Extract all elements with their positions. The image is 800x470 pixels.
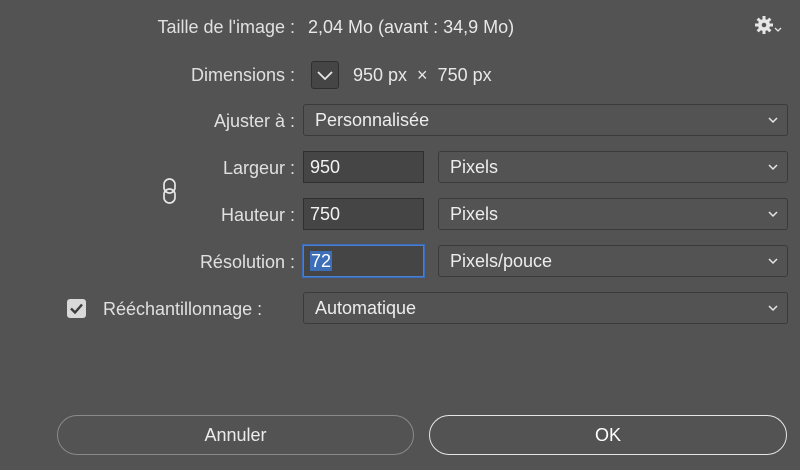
gear-icon — [755, 16, 782, 34]
chevron-down-icon — [317, 71, 333, 81]
resolution-value-selected: 72 — [310, 251, 333, 271]
dimensions-label: Dimensions : — [190, 65, 295, 85]
height-unit-dropdown[interactable]: Pixels — [438, 198, 788, 230]
resample-method-selected: Automatique — [315, 298, 417, 318]
dimensions-value: 950 px × 750 px — [353, 65, 492, 85]
settings-button[interactable] — [754, 15, 784, 37]
resample-label: Rééchantillonnage : — [103, 299, 263, 319]
height-unit-selected: Pixels — [450, 204, 499, 224]
cancel-button[interactable]: Annuler — [57, 415, 414, 455]
checkmark-icon — [70, 303, 83, 315]
height-input[interactable]: 750 — [303, 198, 424, 230]
chevron-down-icon — [768, 258, 778, 265]
resolution-unit-selected: Pixels/pouce — [450, 251, 553, 271]
resample-method-dropdown[interactable]: Automatique — [303, 292, 788, 324]
width-input[interactable]: 950 — [303, 151, 424, 183]
image-size-label: Taille de l'image : — [157, 17, 295, 37]
height-label: Hauteur : — [220, 205, 295, 225]
resolution-input[interactable]: 72 — [303, 245, 424, 277]
fit-to-dropdown[interactable]: Personnalisée — [303, 104, 788, 136]
width-label: Largeur : — [222, 158, 295, 178]
resolution-label: Résolution : — [199, 252, 295, 272]
constrain-proportions-link[interactable] — [160, 177, 180, 205]
ok-button[interactable]: OK — [429, 415, 787, 455]
width-unit-dropdown[interactable]: Pixels — [438, 151, 788, 183]
width-unit-selected: Pixels — [450, 157, 499, 177]
dimensions-unit-toggle[interactable] — [311, 61, 339, 89]
chain-link-icon — [163, 178, 176, 204]
chevron-down-icon — [768, 305, 778, 312]
resolution-unit-dropdown[interactable]: Pixels/pouce — [438, 245, 788, 277]
chevron-down-icon — [768, 211, 778, 218]
image-size-value: 2,04 Mo (avant : 34,9 Mo) — [308, 17, 515, 37]
chevron-down-icon — [768, 164, 778, 171]
fit-to-selected: Personnalisée — [315, 110, 430, 130]
resample-checkbox[interactable] — [67, 299, 86, 318]
chevron-down-icon — [768, 117, 778, 124]
fit-to-label: Ajuster à : — [213, 111, 295, 131]
